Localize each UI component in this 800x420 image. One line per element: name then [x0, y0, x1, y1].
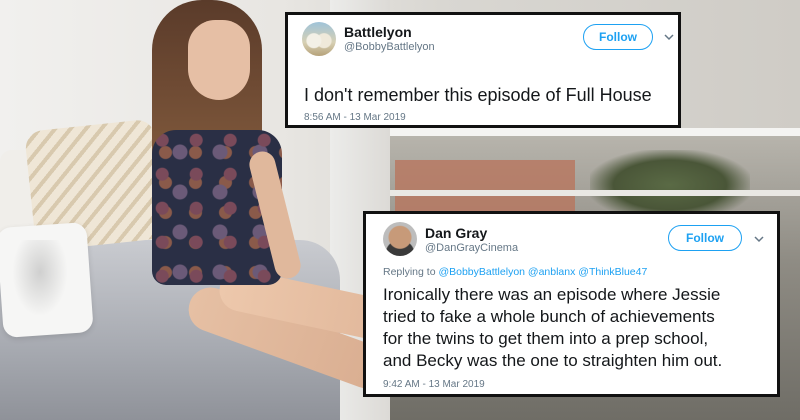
mention-link[interactable]: @BobbyBattlelyon: [438, 266, 525, 278]
tweet-text-line: Ironically there was an episode where Je…: [383, 285, 721, 304]
tweet-text: I don't remember this episode of Full Ho…: [304, 85, 652, 105]
tweet-timestamp[interactable]: 8:56 AM - 13 Mar 2019: [304, 112, 406, 123]
tweet-text: Ironically there was an episode where Je…: [383, 284, 768, 372]
person-face: [188, 20, 250, 100]
tweet-author-name[interactable]: Dan Gray: [425, 225, 487, 241]
tweet-timestamp[interactable]: 9:42 AM - 13 Mar 2019: [383, 379, 485, 390]
mention-link[interactable]: @ThinkBlue47: [578, 266, 647, 278]
window-frame: [385, 128, 800, 136]
avatar[interactable]: [302, 22, 336, 56]
tweet-text-line: for the twins to get them into a prep sc…: [383, 329, 709, 348]
tweet-card: Dan Gray @DanGrayCinema Follow Replying …: [363, 211, 780, 397]
chevron-down-icon[interactable]: [752, 232, 766, 246]
tweet-card: Battlelyon @BobbyBattlelyon Follow I don…: [285, 12, 681, 128]
tweet-author-handle[interactable]: @BobbyBattlelyon: [344, 41, 435, 53]
tweet-author-name[interactable]: Battlelyon: [344, 24, 412, 40]
tweet-text-line: tried to fake a whole bunch of achieveme…: [383, 307, 715, 326]
replying-to-line: Replying to @BobbyBattlelyon @anblanx @T…: [383, 266, 647, 278]
pillow-pattern: [10, 240, 70, 320]
mention-link[interactable]: @anblanx: [528, 266, 575, 278]
window-sill: [385, 190, 800, 196]
background-building: [395, 160, 575, 215]
follow-button[interactable]: Follow: [583, 24, 653, 50]
replying-to-label: Replying to: [383, 266, 439, 278]
avatar[interactable]: [383, 222, 417, 256]
background-tree: [590, 150, 750, 220]
follow-button[interactable]: Follow: [668, 225, 742, 251]
meme-image: Battlelyon @BobbyBattlelyon Follow I don…: [0, 0, 800, 420]
chevron-down-icon[interactable]: [662, 30, 676, 44]
tweet-text-line: and Becky was the one to straighten him …: [383, 351, 723, 370]
tweet-author-handle[interactable]: @DanGrayCinema: [425, 242, 518, 254]
